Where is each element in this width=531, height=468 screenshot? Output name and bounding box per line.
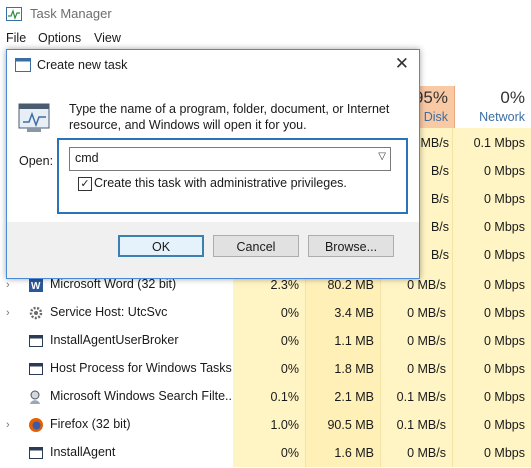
cpu-cell: 0% (233, 439, 305, 467)
network-cell: 0 Mbps (452, 271, 531, 299)
task-manager-titlebar: Task Manager (0, 0, 531, 28)
memory-cell: 3.4 MB (305, 299, 380, 327)
dialog-description: Type the name of a program, folder, docu… (69, 102, 390, 132)
browse-button[interactable]: Browse... (308, 235, 394, 257)
cpu-cell: 0% (233, 355, 305, 383)
expand-chevron-icon[interactable]: › (6, 419, 10, 431)
dialog-title: Create new task (37, 58, 128, 72)
admin-privileges-checkbox[interactable]: ✓ (78, 177, 92, 191)
network-cell: 0 Mbps (452, 411, 531, 439)
process-name: Firefox (32 bit) (50, 417, 131, 431)
open-label: Open: (19, 154, 54, 168)
ok-button[interactable]: OK (118, 235, 204, 257)
dialog-titlebar[interactable]: Create new task ✕ (7, 50, 419, 80)
disk-cell: 0.1 MB/s (380, 411, 452, 439)
network-cell: 0 Mbps (452, 383, 531, 411)
disk-cell: 0 MB/s (380, 439, 452, 467)
network-usage-percent: 0% (500, 88, 525, 107)
disk-column-partial: MB/s B/s B/s B/s B/s (417, 128, 452, 278)
menu-file[interactable]: File (6, 31, 26, 45)
firefox-icon (29, 418, 43, 432)
network-cell: 0.1 Mbps (473, 136, 525, 150)
svg-text:W: W (31, 281, 41, 292)
search-user-icon (30, 390, 40, 404)
window-icon (29, 335, 43, 347)
menu-options[interactable]: Options (38, 31, 81, 45)
cpu-cell: 1.0% (233, 411, 305, 439)
gear-icon (29, 306, 43, 320)
menu-view[interactable]: View (94, 31, 121, 45)
network-column-label: Network (479, 110, 525, 124)
process-name: Microsoft Word (32 bit) (50, 277, 177, 291)
memory-cell: 1.6 MB (305, 439, 380, 467)
cpu-cell: 0% (233, 299, 305, 327)
network-cell: 0 Mbps (452, 355, 531, 383)
disk-cell: 0.1 MB/s (380, 383, 452, 411)
disk-cell: B/s (430, 192, 449, 206)
disk-cell: 0 MB/s (380, 355, 452, 383)
memory-cell: 1.8 MB (305, 355, 380, 383)
process-name: Microsoft Windows Search Filte... (50, 389, 236, 403)
network-cell: 0 Mbps (452, 327, 531, 355)
column-header-network[interactable]: 0% Network (455, 86, 531, 128)
process-row[interactable]: › Firefox (32 bit) 1.0% 90.5 MB 0.1 MB/s… (0, 411, 531, 439)
memory-cell: 90.5 MB (305, 411, 380, 439)
network-cell: 0 Mbps (452, 439, 531, 467)
admin-privileges-label[interactable]: Create this task with administrative pri… (94, 176, 347, 190)
disk-cell: B/s (430, 220, 449, 234)
process-row[interactable]: › Service Host: UtcSvc 0% 3.4 MB 0 MB/s … (0, 299, 531, 327)
process-row[interactable]: InstallAgent 0% 1.6 MB 0 MB/s 0 Mbps (0, 439, 531, 467)
cpu-cell: 0% (233, 327, 305, 355)
memory-cell: 1.1 MB (305, 327, 380, 355)
network-cell: 0 Mbps (484, 220, 525, 234)
window-title: Task Manager (30, 6, 112, 21)
task-manager-icon (6, 7, 22, 21)
network-cell: 0 Mbps (484, 248, 525, 262)
memory-cell: 2.1 MB (305, 383, 380, 411)
disk-cell: MB/s (420, 136, 449, 150)
disk-cell: 0 MB/s (380, 299, 452, 327)
disk-cell: 0 MB/s (380, 327, 452, 355)
process-row[interactable]: Host Process for Windows Tasks 0% 1.8 MB… (0, 355, 531, 383)
process-name: Service Host: UtcSvc (50, 305, 168, 319)
window-icon (29, 447, 43, 459)
chevron-down-icon[interactable]: ▽ (378, 151, 386, 162)
process-name: InstallAgentUserBroker (50, 333, 179, 347)
network-cell: 0 Mbps (484, 164, 525, 178)
process-name: Host Process for Windows Tasks (50, 361, 232, 375)
word-icon: W (29, 278, 43, 292)
disk-cell: B/s (430, 248, 449, 262)
run-program-icon (18, 103, 50, 132)
open-combobox[interactable]: cmd ▽ (69, 147, 391, 171)
cancel-button[interactable]: Cancel (213, 235, 299, 257)
cpu-cell: 0.1% (233, 383, 305, 411)
process-row[interactable]: Microsoft Windows Search Filte... 0.1% 2… (0, 383, 531, 411)
expand-chevron-icon[interactable]: › (6, 279, 10, 291)
window-icon (29, 363, 43, 375)
expand-chevron-icon[interactable]: › (6, 307, 10, 319)
disk-cell: B/s (430, 164, 449, 178)
disk-column-label: Disk (423, 110, 448, 124)
menu-bar: File Options View (0, 28, 531, 50)
process-name: InstallAgent (50, 445, 116, 459)
network-cell: 0 Mbps (484, 192, 525, 206)
close-icon[interactable]: ✕ (395, 54, 409, 74)
open-input-value[interactable]: cmd (75, 151, 99, 165)
process-row[interactable]: InstallAgentUserBroker 0% 1.1 MB 0 MB/s … (0, 327, 531, 355)
create-new-task-dialog: Create new task ✕ Type the name of a pro… (6, 49, 420, 279)
network-cell: 0 Mbps (452, 299, 531, 327)
network-column-partial: 0.1 Mbps 0 Mbps 0 Mbps 0 Mbps 0 Mbps (452, 128, 531, 278)
run-icon (15, 58, 31, 72)
